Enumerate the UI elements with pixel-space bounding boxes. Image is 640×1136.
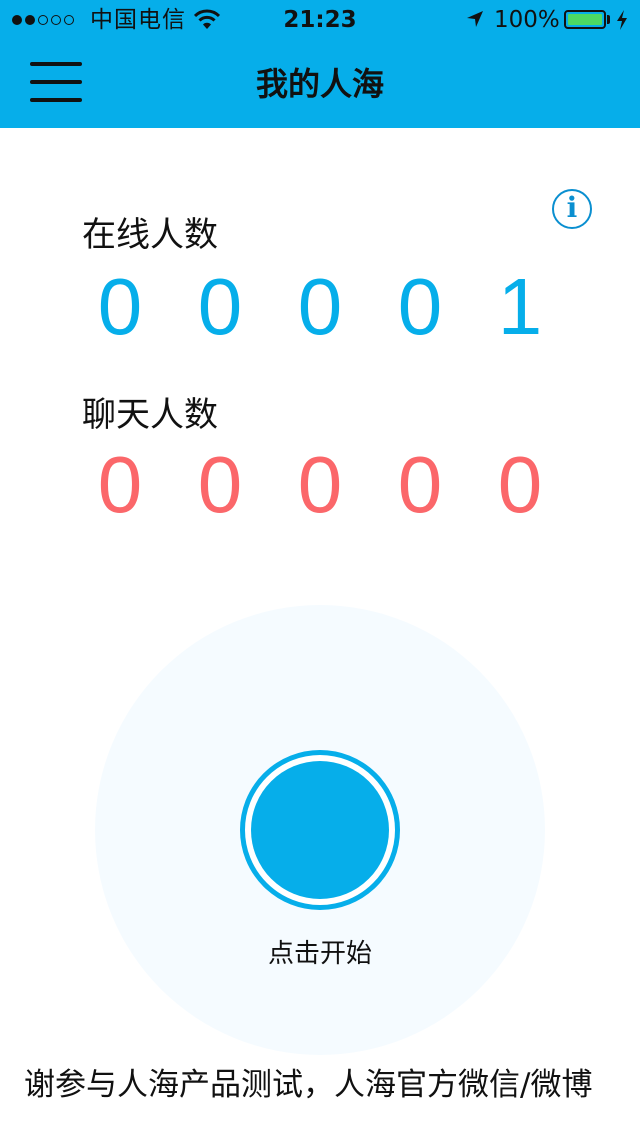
online-digit: 0 <box>397 262 443 351</box>
chat-count-digits: 0 0 0 0 0 <box>70 440 570 530</box>
online-count-label: 在线人数 <box>82 215 218 255</box>
app-screen: 中国电信 21:23 100% 我的人海 i 在线人数 0 0 0 0 1 聊天… <box>0 0 640 1136</box>
chat-digit: 0 <box>397 440 443 529</box>
chat-digit: 0 <box>497 440 543 529</box>
page-title: 我的人海 <box>255 65 384 103</box>
battery-fill <box>568 14 602 25</box>
info-icon[interactable]: i <box>552 189 592 229</box>
online-digit: 0 <box>197 262 243 351</box>
status-bar: 中国电信 21:23 100% <box>0 0 640 40</box>
navigation-bar: 我的人海 <box>0 40 640 128</box>
start-button[interactable] <box>240 750 400 910</box>
online-digit: 0 <box>297 262 343 351</box>
chat-digit: 0 <box>297 440 343 529</box>
online-count-digits: 0 0 0 0 1 <box>70 262 570 352</box>
location-arrow-icon <box>467 11 483 27</box>
chat-digit: 0 <box>197 440 243 529</box>
footer-notice: 谢参与人海产品测试，人海官方微信/微博 <box>24 1067 593 1103</box>
charging-bolt-icon <box>617 10 627 30</box>
chat-digit: 0 <box>97 440 143 529</box>
start-button-core <box>251 761 389 899</box>
chat-count-label: 聊天人数 <box>82 395 218 435</box>
online-digit: 1 <box>497 262 543 351</box>
start-label: 点击开始 <box>267 939 372 969</box>
battery-icon <box>564 10 606 29</box>
battery-tip <box>607 15 610 24</box>
online-digit: 0 <box>97 262 143 351</box>
battery-percent: 100% <box>494 7 560 33</box>
